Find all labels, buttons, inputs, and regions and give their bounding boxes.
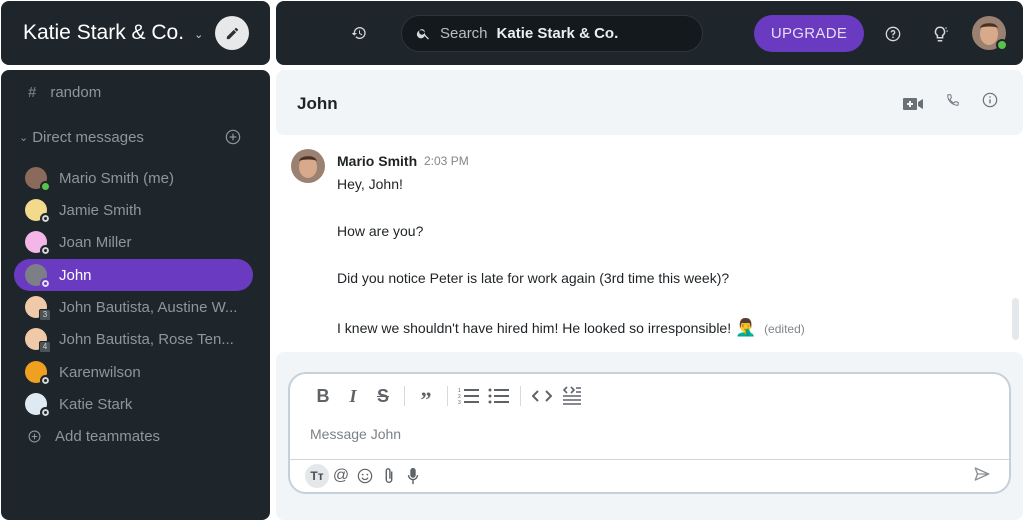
code-block-icon[interactable] (557, 384, 587, 408)
message-line: Did you notice Peter is late for work ag… (337, 270, 730, 286)
send-icon[interactable] (973, 465, 991, 488)
avatar (25, 167, 51, 192)
message-line-last: I knew we shouldn't have hired him! He l… (337, 318, 805, 338)
online-status-dot (996, 39, 1008, 51)
dm-item[interactable]: 3 John Bautista, Austine W... (14, 291, 253, 323)
avatar: 4 (25, 328, 51, 353)
message-list: Mario Smith 2:03 PM Hey, John! How are y… (276, 137, 1023, 352)
scrollbar[interactable] (1012, 298, 1019, 340)
emoji-icon[interactable] (353, 464, 377, 488)
text-format-icon[interactable]: Tт (305, 464, 329, 488)
message-composer: B I S ” 123 Message John Tт @ (288, 372, 1011, 494)
dm-name: John Bautista, Rose Ten... (59, 330, 234, 348)
dm-name: John Bautista, Austine W... (59, 298, 238, 316)
search-scope: Katie Stark & Co. (496, 25, 619, 42)
dm-name: Jamie Smith (59, 201, 142, 219)
dm-name: John (59, 266, 92, 284)
ordered-list-icon[interactable]: 123 (454, 384, 484, 408)
microphone-icon[interactable] (401, 464, 425, 488)
info-icon[interactable] (982, 92, 998, 113)
format-toolbar: B I S ” 123 (308, 384, 587, 412)
message-text: I knew we shouldn't have hired him! He l… (337, 320, 732, 336)
plus-circle-icon (28, 430, 41, 443)
workspace-name[interactable]: Katie Stark & Co. (23, 21, 184, 45)
dm-name: Mario Smith (me) (59, 169, 175, 187)
code-icon[interactable] (527, 384, 557, 408)
online-status-dot (40, 181, 51, 192)
avatar (25, 231, 51, 256)
avatar (25, 393, 51, 418)
add-teammates-label: Add teammates (55, 427, 161, 445)
away-status-dot (40, 407, 51, 418)
search-input[interactable]: Search Katie Stark & Co. (401, 15, 703, 52)
avatar (25, 361, 51, 386)
conversation-title: John (297, 94, 338, 113)
dm-item[interactable]: 4 John Bautista, Rose Ten... (14, 323, 253, 355)
mention-icon[interactable]: @ (329, 464, 353, 488)
channel-item-random[interactable]: # random (1, 76, 270, 108)
dm-name: Joan Miller (59, 233, 132, 251)
edited-label: (edited) (764, 322, 805, 336)
lightbulb-icon[interactable] (931, 25, 949, 48)
dm-name: Katie Stark (59, 395, 133, 413)
dm-item[interactable]: Karenwilson (14, 356, 253, 388)
new-message-button[interactable] (215, 16, 249, 50)
away-status-dot (40, 375, 51, 386)
message-input[interactable]: Message John (310, 426, 401, 442)
workspace-header[interactable]: Katie Stark & Co. ⌄ (1, 1, 270, 65)
plus-circle-icon[interactable] (225, 129, 241, 149)
top-bar: Search Katie Stark & Co. UPGRADE (276, 1, 1023, 65)
direct-messages-header[interactable]: ⌄ Direct messages (1, 121, 270, 153)
dm-item[interactable]: Jamie Smith (14, 194, 253, 226)
add-teammates-link[interactable]: Add teammates (1, 420, 270, 452)
pencil-icon (226, 27, 238, 39)
italic-icon[interactable]: I (338, 384, 368, 408)
composer-bottom-bar: Tт @ (290, 459, 1009, 492)
phone-icon[interactable] (946, 93, 960, 112)
facepalm-emoji-icon: 🤦‍♂️ (735, 318, 757, 337)
strikethrough-icon[interactable]: S (368, 384, 398, 408)
search-label: Search (440, 25, 488, 42)
sidebar: # random ⌄ Direct messages Mario Smith (… (1, 70, 270, 520)
chevron-down-icon[interactable]: ⌄ (19, 131, 28, 144)
video-call-icon[interactable] (902, 96, 924, 117)
toolbar-divider (404, 386, 405, 406)
channel-name: random (50, 83, 102, 101)
history-icon[interactable] (351, 25, 367, 46)
upgrade-button[interactable]: UPGRADE (754, 15, 864, 52)
avatar: 3 (25, 296, 51, 321)
bullet-list-icon[interactable] (484, 384, 514, 408)
away-status-dot (40, 245, 51, 256)
away-status-dot (40, 278, 51, 289)
dm-name: Karenwilson (59, 363, 141, 381)
avatar (25, 199, 51, 224)
away-status-dot (40, 213, 51, 224)
search-icon (416, 29, 429, 40)
svg-text:3: 3 (458, 400, 461, 405)
avatar (25, 264, 51, 289)
message-timestamp: 2:03 PM (424, 154, 469, 168)
dm-item[interactable]: Katie Stark (14, 388, 253, 420)
author-avatar[interactable] (291, 149, 325, 183)
toolbar-divider (520, 386, 521, 406)
attachment-icon[interactable] (377, 464, 401, 488)
group-count-badge: 4 (39, 341, 51, 353)
chevron-down-icon[interactable]: ⌄ (194, 28, 203, 41)
dm-item[interactable]: Mario Smith (me) (14, 162, 253, 194)
dm-item-active[interactable]: John (14, 259, 253, 291)
conversation-header: John (276, 70, 1023, 135)
dm-item[interactable]: Joan Miller (14, 226, 253, 258)
message-line: Hey, John! (337, 176, 403, 192)
message-line: How are you? (337, 223, 424, 239)
help-circle-icon[interactable] (885, 26, 901, 47)
user-avatar[interactable] (972, 16, 1008, 51)
section-label: Direct messages (32, 128, 144, 146)
quote-icon[interactable]: ” (411, 384, 441, 412)
message-author[interactable]: Mario Smith (337, 153, 417, 169)
toolbar-divider (447, 386, 448, 406)
bold-icon[interactable]: B (308, 384, 338, 408)
hash-icon: # (28, 83, 37, 101)
group-count-badge: 3 (39, 309, 51, 321)
